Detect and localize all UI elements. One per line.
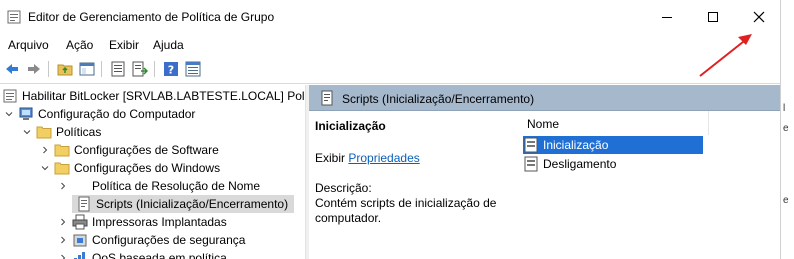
console-tree-icon (79, 62, 95, 76)
script-icon (76, 196, 92, 212)
help-icon: ? (164, 62, 178, 77)
printer-icon (72, 214, 88, 230)
maximize-icon (708, 12, 718, 22)
menu-exibir[interactable]: Exibir (109, 38, 139, 52)
security-icon (72, 232, 88, 248)
up-folder-button[interactable] (55, 59, 75, 79)
toolbar: ? (0, 57, 780, 81)
chevron-right-icon[interactable] (40, 146, 50, 154)
tree-item-label: Políticas (56, 125, 102, 139)
filter-list-icon (185, 61, 201, 77)
tree-root[interactable]: Habilitar BitLocker [SRVLAB.LABTESTE.LOC… (2, 87, 305, 105)
folder-icon (36, 124, 52, 140)
back-button[interactable] (2, 59, 22, 79)
close-button[interactable] (736, 0, 782, 34)
tree-item-label: QoS baseada em política (92, 251, 227, 259)
close-icon (753, 11, 765, 23)
background-window-edge: l e e (780, 0, 794, 259)
chevron-right-icon[interactable] (58, 236, 68, 244)
script-settings-icon (523, 137, 539, 153)
chevron-right-icon[interactable] (58, 218, 68, 226)
script-settings-icon (523, 156, 539, 172)
tree-item-label: Política de Resolução de Nome (92, 179, 261, 193)
tree-item-label: Configurações de segurança (92, 233, 246, 247)
folder-icon (54, 160, 70, 176)
chevron-down-icon[interactable] (4, 110, 14, 118)
tree-item-printers[interactable]: Impressoras Implantadas (58, 213, 227, 231)
tree-item-qos[interactable]: QoS baseada em política (58, 249, 227, 259)
detail-pane: Scripts (Inicialização/Encerramento) Ini… (309, 85, 780, 259)
minimize-icon (662, 17, 672, 18)
forward-arrow-icon (28, 64, 40, 74)
show-hide-tree-button[interactable] (77, 59, 97, 79)
script-icon (321, 90, 333, 106)
tree-item-software-settings[interactable]: Configurações de Software (40, 141, 219, 159)
column-header-label: Nome (527, 117, 560, 131)
tree-item-label: Impressoras Implantadas (92, 215, 227, 229)
detail-header-title: Scripts (Inicialização/Encerramento) (342, 92, 535, 106)
tree-item-label: Configurações de Software (74, 143, 219, 157)
toolbar-separator (48, 61, 49, 77)
menu-arquivo[interactable]: Arquivo (8, 38, 49, 52)
menu-bar: Arquivo Ação Exibir Ajuda (0, 34, 780, 56)
description-label: Descrição: (315, 181, 372, 195)
minimize-button[interactable] (644, 0, 690, 34)
tree-item-scripts[interactable]: Scripts (Inicialização/Encerramento) (72, 195, 294, 213)
blank-icon (72, 178, 88, 194)
tree-item-name-resolution[interactable]: Política de Resolução de Nome (58, 177, 260, 195)
show-properties-line: Exibir Propriedades (315, 151, 420, 165)
list-item-shutdown[interactable]: Desligamento (523, 155, 620, 173)
window-title: Editor de Gerenciamento de Política de G… (28, 10, 275, 24)
properties-button[interactable] (108, 59, 128, 79)
folder-icon (54, 142, 70, 158)
filter-button[interactable] (183, 59, 203, 79)
chevron-down-icon[interactable] (22, 128, 32, 136)
title-bar: Editor de Gerenciamento de Política de G… (0, 0, 780, 34)
detail-header: Scripts (Inicialização/Encerramento) (309, 85, 780, 111)
extended-info: Inicialização Exibir Propriedades Descri… (315, 119, 515, 225)
gpo-editor-icon (7, 10, 21, 24)
qos-chart-icon (72, 250, 88, 259)
svg-text:?: ? (168, 64, 174, 77)
forward-button[interactable] (24, 59, 44, 79)
tree-item-policies[interactable]: Políticas (22, 123, 101, 141)
background-text: l (783, 103, 786, 114)
tree-item-label: Configuração do Computador (38, 107, 196, 121)
export-list-button[interactable] (130, 59, 150, 79)
help-button[interactable]: ? (161, 59, 181, 79)
toolbar-separator (154, 61, 155, 77)
gpo-document-icon (2, 88, 18, 104)
background-text: e (783, 195, 789, 206)
console-tree: Habilitar BitLocker [SRVLAB.LABTESTE.LOC… (0, 85, 305, 259)
show-label: Exibir (315, 151, 346, 165)
toolbar-divider (0, 83, 780, 84)
list-item-label: Desligamento (543, 157, 617, 171)
description-text-line-1: Contém scripts de inicialização de (315, 196, 497, 210)
column-header-name[interactable]: Nome (519, 111, 709, 135)
list-item-startup[interactable]: Inicialização (523, 136, 703, 154)
up-folder-icon (57, 64, 73, 76)
chevron-right-icon[interactable] (58, 254, 68, 259)
tree-item-security-settings[interactable]: Configurações de segurança (58, 231, 245, 249)
menu-acao[interactable]: Ação (66, 38, 93, 52)
menu-ajuda[interactable]: Ajuda (153, 38, 184, 52)
tree-item-computer-config[interactable]: Configuração do Computador (4, 105, 195, 123)
tree-root-label: Habilitar BitLocker [SRVLAB.LABTESTE.LOC… (22, 89, 305, 103)
tree-item-label: Scripts (Inicialização/Encerramento) (96, 197, 289, 211)
chevron-right-icon[interactable] (58, 182, 68, 190)
back-arrow-icon (6, 64, 18, 74)
tree-item-label: Configurações do Windows (74, 161, 221, 175)
background-text: e (783, 123, 789, 134)
export-list-icon (132, 61, 148, 77)
toolbar-separator (101, 61, 102, 77)
maximize-button[interactable] (690, 0, 736, 34)
properties-link[interactable]: Propriedades (348, 151, 419, 165)
list-item-label: Inicialização (543, 138, 609, 152)
properties-icon (111, 61, 125, 77)
chevron-down-icon[interactable] (40, 164, 50, 172)
description-text-line-2: computador. (315, 211, 382, 225)
tree-item-windows-settings[interactable]: Configurações do Windows (40, 159, 220, 177)
computer-icon (18, 106, 34, 122)
section-title: Inicialização (315, 119, 386, 133)
